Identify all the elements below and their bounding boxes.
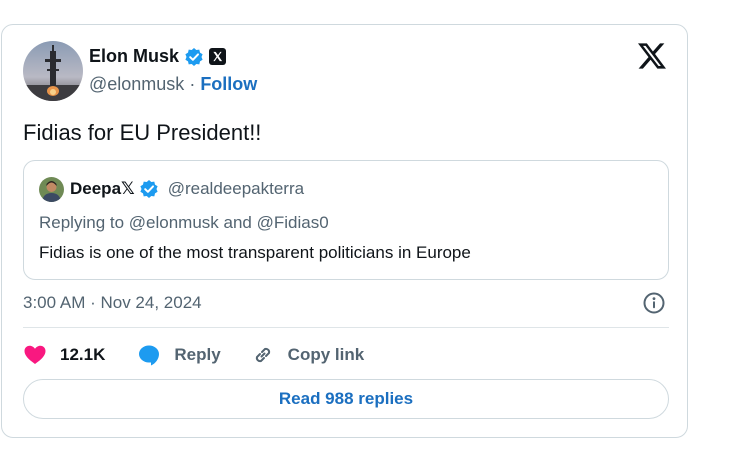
info-icon[interactable]: [642, 291, 666, 315]
tweet-timestamp[interactable]: 3:00 AM · Nov 24, 2024: [23, 293, 202, 313]
author-name[interactable]: Elon Musk: [89, 46, 179, 67]
verified-badge-icon: [139, 179, 159, 199]
quoted-author-name[interactable]: Deepa𝕏: [70, 179, 135, 199]
author-handle[interactable]: @elonmusk: [89, 74, 184, 95]
heart-icon: [24, 345, 46, 364]
copy-link-button[interactable]: Copy link: [251, 343, 365, 367]
reply-label: Reply: [174, 345, 221, 364]
divider: [23, 327, 669, 328]
link-icon: [255, 347, 270, 363]
quoted-tweet[interactable]: Deepa𝕏 @realdeepakterra Replying to @elo…: [23, 160, 669, 280]
copy-link-label: Copy link: [287, 345, 365, 364]
quoted-name-row: Deepa𝕏 @realdeepakterra: [70, 179, 304, 199]
tweet-actions: 12.1K Reply Copy link: [23, 343, 364, 367]
read-replies-label: Read 988 replies: [278, 389, 414, 408]
separator-dot: ·: [189, 74, 196, 94]
like-count: 12.1K: [60, 345, 106, 364]
quoted-tweet-text: Fidias is one of the most transparent po…: [39, 243, 471, 262]
x-affiliate-icon[interactable]: [209, 48, 227, 65]
replying-to-text: Replying to @elonmusk and @Fidias0: [39, 213, 329, 232]
embedded-tweet-card: Elon Musk @elonmusk · Follow Fidias for …: [1, 24, 688, 438]
follow-button[interactable]: Follow: [200, 74, 257, 95]
x-logo-icon[interactable]: [638, 42, 666, 70]
author-handle-row: @elonmusk · Follow: [89, 74, 257, 95]
quoted-author-avatar[interactable]: [39, 177, 64, 202]
quoted-author-handle[interactable]: @realdeepakterra: [168, 179, 304, 199]
tweet-text: Fidias for EU President!!: [23, 120, 262, 145]
reply-bubble-icon: [139, 345, 160, 366]
author-name-row: Elon Musk: [89, 46, 227, 67]
like-button[interactable]: 12.1K: [23, 343, 105, 367]
author-avatar[interactable]: [23, 41, 83, 101]
reply-button[interactable]: Reply: [137, 343, 221, 367]
read-replies-button[interactable]: Read 988 replies: [23, 379, 669, 419]
verified-badge-icon[interactable]: [184, 47, 204, 67]
